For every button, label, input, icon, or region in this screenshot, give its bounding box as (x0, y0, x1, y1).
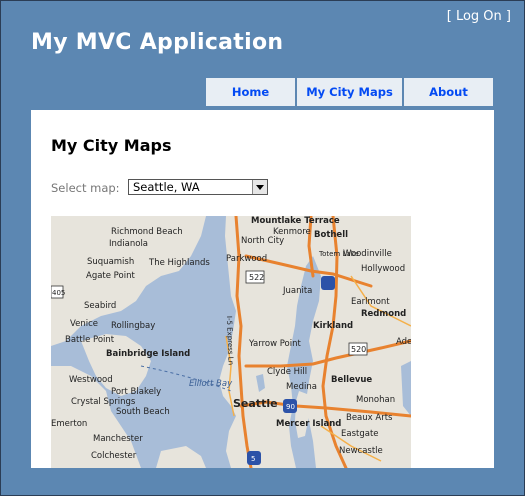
map-label: Colchester (91, 451, 137, 461)
map-label: Kenmore (273, 227, 311, 237)
map-label: 520 (351, 345, 366, 354)
map-label: Hollywood (361, 264, 405, 274)
main-menu: Home My City Maps About (206, 78, 493, 106)
main-content: My City Maps Select map: Seattle, WA Mou… (31, 110, 494, 468)
map-label: Ade (396, 337, 411, 347)
map-label: Clyde Hill (267, 367, 307, 377)
login-display: [ Log On ] (446, 9, 511, 24)
map-label: Mountlake Terrace (251, 216, 340, 226)
map-label: Parkwood (226, 254, 267, 264)
map-label: Elliott Bay (189, 379, 233, 389)
tab-home[interactable]: Home (206, 78, 295, 106)
shield-405-icon (321, 276, 335, 290)
map-label: Indianola (109, 239, 148, 249)
map-label: Suquamish (87, 257, 134, 267)
map-label: Battle Point (65, 335, 115, 345)
tab-my-city-maps[interactable]: My City Maps (297, 78, 402, 106)
map-label: Yarrow Point (248, 339, 302, 349)
map-select[interactable]: Seattle, WA (128, 179, 268, 195)
map-label: 5 (251, 455, 255, 463)
map-label: Venice (70, 319, 98, 329)
map-select-value: Seattle, WA (133, 180, 200, 194)
login-link[interactable]: Log On (456, 9, 502, 24)
map-label: Bainbridge Island (106, 349, 190, 359)
map-label: Agate Point (86, 271, 135, 281)
page-title: My City Maps (51, 136, 172, 155)
map-label: Mercer Island (276, 419, 341, 429)
chevron-down-icon[interactable] (252, 180, 267, 194)
map-label: 522 (249, 273, 264, 282)
map-label: Manchester (93, 434, 143, 444)
map-label: Medina (286, 382, 317, 392)
map-label: The Highlands (148, 258, 210, 268)
city-map[interactable]: Mountlake Terrace Richmond Beach Bothell… (51, 216, 411, 468)
map-label: Richmond Beach (111, 227, 183, 237)
map-label: 90 (286, 403, 295, 411)
map-label: Juanita (282, 286, 312, 296)
map-label: South Beach (116, 407, 170, 417)
map-label: Kirkland (313, 321, 353, 331)
map-label: Crystal Springs (71, 397, 136, 407)
map-label: Bellevue (331, 375, 372, 385)
map-label: Redmond (361, 309, 406, 319)
map-label: Beaux Arts (346, 413, 393, 423)
map-label: 405 (52, 289, 65, 297)
map-label: North City (241, 236, 284, 246)
map-label: Totem Lake (318, 250, 359, 258)
map-label: Seattle (233, 397, 278, 410)
map-label: Bothell (314, 230, 348, 240)
map-label: Emerton (51, 419, 87, 429)
map-label: Rollingbay (111, 321, 155, 331)
map-label: Newcastle (339, 446, 383, 456)
map-label: Monohan (356, 395, 395, 405)
map-label: Westwood (69, 375, 113, 385)
tab-about[interactable]: About (404, 78, 493, 106)
map-label: Port Blakely (111, 387, 161, 397)
map-label: Earlmont (351, 297, 390, 307)
map-svg: Mountlake Terrace Richmond Beach Bothell… (51, 216, 411, 468)
map-label: Seabird (84, 301, 116, 311)
select-map-label: Select map: (51, 181, 120, 195)
app-title: My MVC Application (31, 30, 284, 55)
map-label: Eastgate (341, 429, 379, 439)
